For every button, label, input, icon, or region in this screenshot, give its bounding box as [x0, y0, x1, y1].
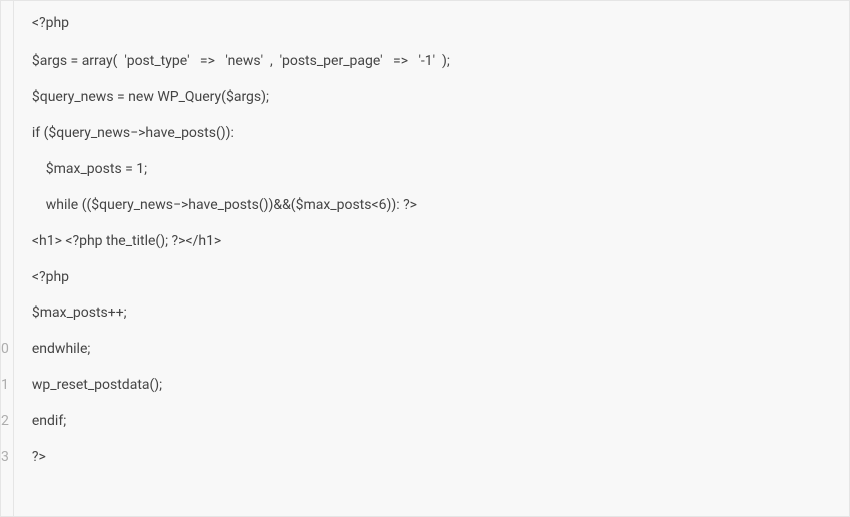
code-line[interactable]: endif;: [14, 403, 849, 439]
code-line[interactable]: endwhile;: [14, 331, 849, 367]
code-line[interactable]: $query_news = new WP_Query($args);: [14, 79, 849, 115]
line-number: [1, 115, 13, 151]
code-editor: 0 1 2 3 <?php $args = array( 'post_type'…: [0, 0, 850, 517]
code-line[interactable]: $args = array( 'post_type' => 'news' , '…: [14, 43, 849, 79]
line-number: [1, 187, 13, 223]
code-line[interactable]: ?>: [14, 439, 849, 475]
line-number-gutter: 0 1 2 3: [1, 1, 14, 516]
line-number: [1, 9, 13, 43]
line-number: 2: [1, 403, 13, 439]
code-line[interactable]: <?php: [14, 9, 849, 43]
line-number: [1, 259, 13, 295]
line-number: 0: [1, 331, 13, 367]
line-number: [1, 223, 13, 259]
line-number: 1: [1, 367, 13, 403]
code-line[interactable]: wp_reset_postdata();: [14, 367, 849, 403]
line-number: [1, 295, 13, 331]
code-line[interactable]: $max_posts++;: [14, 295, 849, 331]
line-number: [1, 79, 13, 115]
line-number: [1, 43, 13, 79]
code-area[interactable]: <?php $args = array( 'post_type' => 'new…: [14, 1, 849, 516]
code-line[interactable]: <h1> <?php the_title(); ?></h1>: [14, 223, 849, 259]
code-line[interactable]: while (($query_news−>have_posts())&&($ma…: [14, 187, 849, 223]
code-line[interactable]: if ($query_news−>have_posts()):: [14, 115, 849, 151]
line-number: 3: [1, 439, 13, 475]
code-line[interactable]: <?php: [14, 259, 849, 295]
code-line[interactable]: $max_posts = 1;: [14, 151, 849, 187]
line-number: [1, 151, 13, 187]
